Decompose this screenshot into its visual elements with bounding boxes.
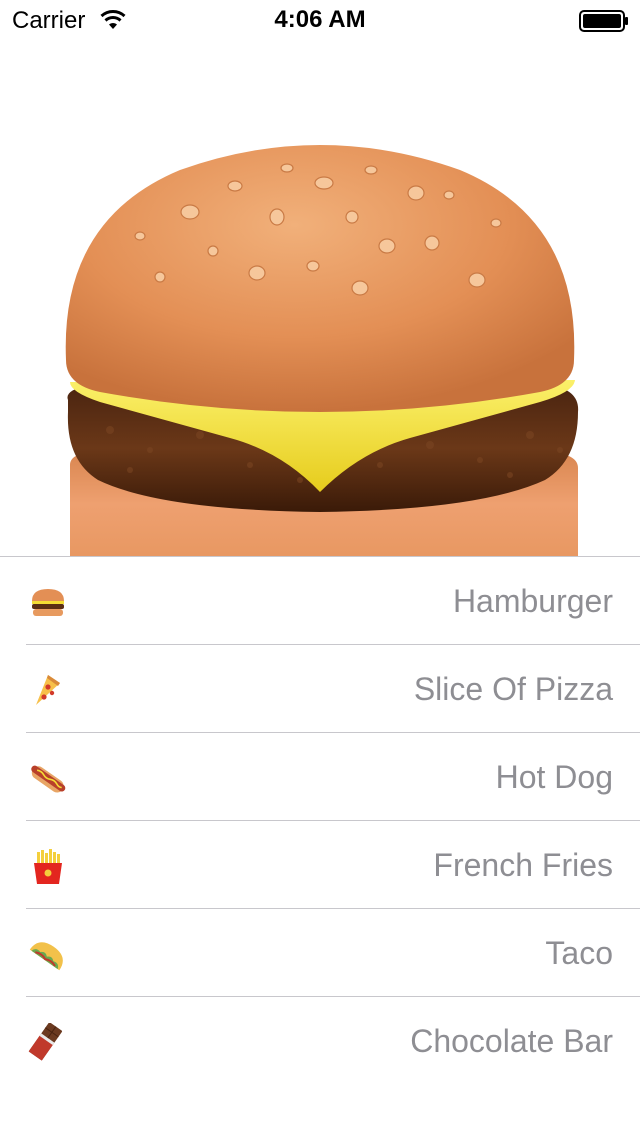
status-time: 4:06 AM (274, 6, 366, 33)
chocolate-bar-icon (28, 1023, 63, 1061)
list-item-hamburger[interactable]: Hamburger (0, 557, 640, 645)
taco-icon (29, 942, 63, 971)
french-fries-icon (34, 849, 62, 884)
hamburger-icon (32, 589, 64, 616)
hot-dog-icon (31, 765, 66, 793)
list-item-label: Hamburger (452, 583, 613, 619)
list-item-label: Slice Of Pizza (413, 671, 613, 707)
hero-image (0, 40, 640, 556)
food-list: Hamburger Slice Of Pizza Hot Dog French … (0, 557, 640, 1085)
hamburger-hero-icon (65, 145, 579, 556)
list-item-label: Taco (545, 935, 613, 971)
list-item-label: Hot Dog (495, 759, 613, 795)
list-item-chocolate-bar[interactable]: Chocolate Bar (0, 997, 640, 1085)
list-item-label: Chocolate Bar (410, 1023, 613, 1059)
status-bar: Carrier 4:06 AM (0, 0, 640, 40)
list-item-hot-dog[interactable]: Hot Dog (0, 733, 640, 821)
list-item-french-fries[interactable]: French Fries (0, 821, 640, 909)
list-item-slice-of-pizza[interactable]: Slice Of Pizza (0, 645, 640, 733)
battery-full-icon (579, 10, 628, 32)
list-item-label: French Fries (433, 847, 613, 883)
pizza-slice-icon (36, 675, 60, 705)
list-item-taco[interactable]: Taco (0, 909, 640, 997)
